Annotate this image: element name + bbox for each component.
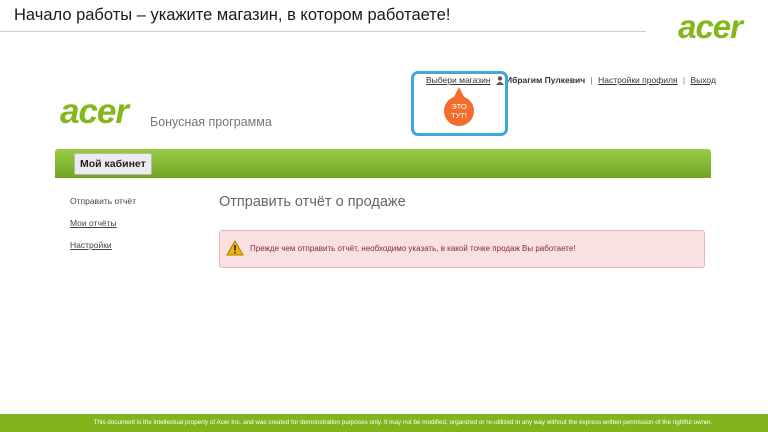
callout-line-1: ЭТО: [451, 102, 467, 111]
callout-line-2: ТУТ!: [450, 111, 467, 120]
main-menu-bar: [55, 149, 711, 178]
legal-footer: This document is the intellectual proper…: [0, 414, 768, 432]
warning-icon: [226, 240, 244, 256]
program-name: Бонусная программа: [150, 115, 272, 129]
sidebar-item-settings[interactable]: Настройки: [70, 240, 136, 250]
logout-link[interactable]: Выход: [690, 75, 715, 85]
profile-settings-link[interactable]: Настройки профиля: [598, 75, 677, 85]
sidebar: Отправить отчёт Мои отчёты Настройки: [70, 196, 136, 262]
sidebar-item-my-reports[interactable]: Мои отчёты: [70, 218, 136, 228]
my-cabinet-tab[interactable]: Мой кабинет: [74, 153, 152, 175]
callout-bubble: ЭТО ТУТ!: [444, 96, 474, 126]
acer-slide-logo: acer: [678, 8, 743, 45]
slide-title: Начало работы – укажите магазин, в котор…: [14, 6, 451, 24]
title-divider: [0, 31, 646, 32]
acer-site-logo[interactable]: acer: [60, 94, 129, 129]
warning-alert: Прежде чем отправить отчёт, необходимо у…: [219, 230, 705, 268]
nav-separator: |: [682, 75, 686, 85]
sidebar-item-send-report[interactable]: Отправить отчёт: [70, 196, 136, 206]
user-name: Ибрагим Пулкевич: [505, 75, 586, 85]
page-title: Отправить отчёт о продаже: [219, 194, 406, 210]
nav-separator: |: [590, 75, 593, 85]
alert-message: Прежде чем отправить отчёт, необходимо у…: [250, 244, 576, 253]
